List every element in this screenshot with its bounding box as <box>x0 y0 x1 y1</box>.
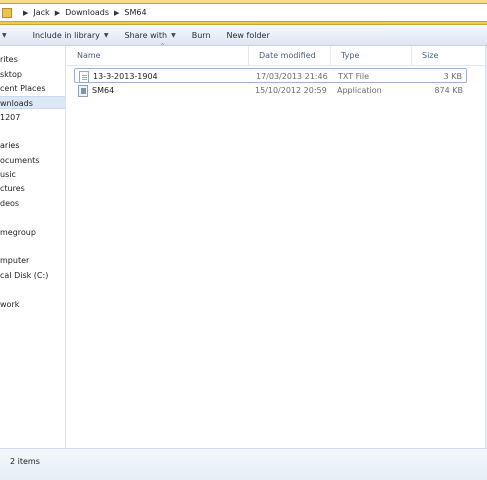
nav-item-label: deos <box>0 199 20 208</box>
nav-item-label: aries <box>0 141 20 150</box>
nav-item-label: cent Places <box>0 84 46 93</box>
command-bar: ▼ Include in library ▼ Share with ▼ Burn… <box>0 26 487 46</box>
nav-item-label: cal Disk (C:) <box>0 271 49 280</box>
nav-item-recent-places[interactable]: cent Places <box>0 82 65 95</box>
file-size: 3 KB <box>443 72 462 81</box>
file-row[interactable]: SM64 15/10/2012 20:59 Application 874 KB <box>74 83 467 98</box>
chevron-right-icon[interactable]: ▶ <box>114 9 119 17</box>
nav-item-1207[interactable]: 1207 <box>0 111 65 124</box>
nav-item-videos[interactable]: deos <box>0 197 65 210</box>
nav-item-label: rites <box>0 55 18 64</box>
column-header-type[interactable]: Type <box>330 46 411 66</box>
nav-item-favorites[interactable]: rites <box>0 53 65 66</box>
nav-item-desktop[interactable]: sktop <box>0 68 65 81</box>
nav-item-label: ocuments <box>0 156 40 165</box>
nav-item-music[interactable]: usic <box>0 168 65 181</box>
nav-item-label: sktop <box>0 70 22 79</box>
nav-item-label: usic <box>0 170 16 179</box>
nav-item-label: 1207 <box>0 113 21 122</box>
include-in-library-button[interactable]: Include in library ▼ <box>25 26 117 46</box>
file-row[interactable]: 13-3-2013-1904 17/03/2013 21:46 TXT File… <box>74 68 467 83</box>
file-name-cell: SM64 <box>78 83 114 98</box>
nav-item-network[interactable]: work <box>0 298 65 311</box>
nav-item-libraries[interactable]: aries <box>0 139 65 152</box>
column-header-date-label: Date modified <box>259 51 316 60</box>
nav-item-homegroup[interactable]: megroup <box>0 226 65 239</box>
file-date: 17/03/2013 21:46 <box>256 72 328 81</box>
nav-item-pictures[interactable]: ctures <box>0 182 65 195</box>
address-bar[interactable]: ▶ Jack ▶ Downloads ▶ SM64 <box>0 3 487 22</box>
column-header-size[interactable]: Size <box>411 46 487 66</box>
nav-item-label: work <box>0 300 20 309</box>
nav-item-documents[interactable]: ocuments <box>0 154 65 167</box>
nav-item-local-disk[interactable]: cal Disk (C:) <box>0 269 65 282</box>
burn-button[interactable]: Burn <box>184 26 219 46</box>
title-bar: ▶ Jack ▶ Downloads ▶ SM64 <box>0 0 487 25</box>
chevron-down-icon: ▼ <box>171 32 176 39</box>
column-header-row: ^ Name Date modified Type Size <box>67 43 487 66</box>
item-count: 2 items <box>10 457 40 466</box>
file-name: 13-3-2013-1904 <box>93 72 158 81</box>
chevron-down-icon: ▼ <box>2 32 7 39</box>
burn-label: Burn <box>191 31 211 40</box>
file-name-cell: 13-3-2013-1904 <box>79 69 158 84</box>
include-in-library-label: Include in library <box>32 31 100 40</box>
chevron-right-icon[interactable]: ▶ <box>55 9 60 17</box>
organize-dropdown-arrow[interactable]: ▼ <box>0 26 15 46</box>
nav-item-computer[interactable]: mputer <box>0 254 65 267</box>
status-bar: 2 items <box>0 448 487 480</box>
breadcrumb: ▶ Jack ▶ Downloads ▶ SM64 <box>18 8 147 17</box>
share-with-label: Share with <box>124 31 168 40</box>
file-type: TXT File <box>338 72 370 81</box>
navigation-pane[interactable]: rites sktop cent Places wnloads 1207 ari… <box>0 46 66 448</box>
column-header-type-label: Type <box>341 51 360 60</box>
nav-item-downloads[interactable]: wnloads <box>0 96 65 109</box>
breadcrumb-sm64[interactable]: SM64 <box>124 8 146 17</box>
column-header-size-label: Size <box>422 51 439 60</box>
new-folder-button[interactable]: New folder <box>219 26 278 46</box>
column-header-date-modified[interactable]: Date modified <box>248 46 330 66</box>
file-size: 874 KB <box>434 86 463 95</box>
folder-icon <box>2 7 12 18</box>
nav-item-label: wnloads <box>0 99 33 108</box>
file-name: SM64 <box>92 86 115 95</box>
share-with-button[interactable]: Share with ▼ <box>117 26 184 46</box>
breadcrumb-jack[interactable]: Jack <box>33 8 49 17</box>
chevron-right-icon[interactable]: ▶ <box>23 9 28 17</box>
nav-item-label: megroup <box>0 228 36 237</box>
chevron-down-icon: ▼ <box>103 32 109 39</box>
column-header-name-label: Name <box>77 51 101 60</box>
nav-item-label: mputer <box>0 256 30 265</box>
breadcrumb-downloads[interactable]: Downloads <box>65 8 109 17</box>
file-type: Application <box>337 86 382 95</box>
application-icon <box>78 84 88 97</box>
nav-item-label: ctures <box>0 184 25 193</box>
text-file-icon <box>79 70 89 83</box>
file-date: 15/10/2012 20:59 <box>255 86 327 95</box>
column-header-name[interactable]: Name <box>67 46 248 66</box>
new-folder-label: New folder <box>226 31 270 40</box>
